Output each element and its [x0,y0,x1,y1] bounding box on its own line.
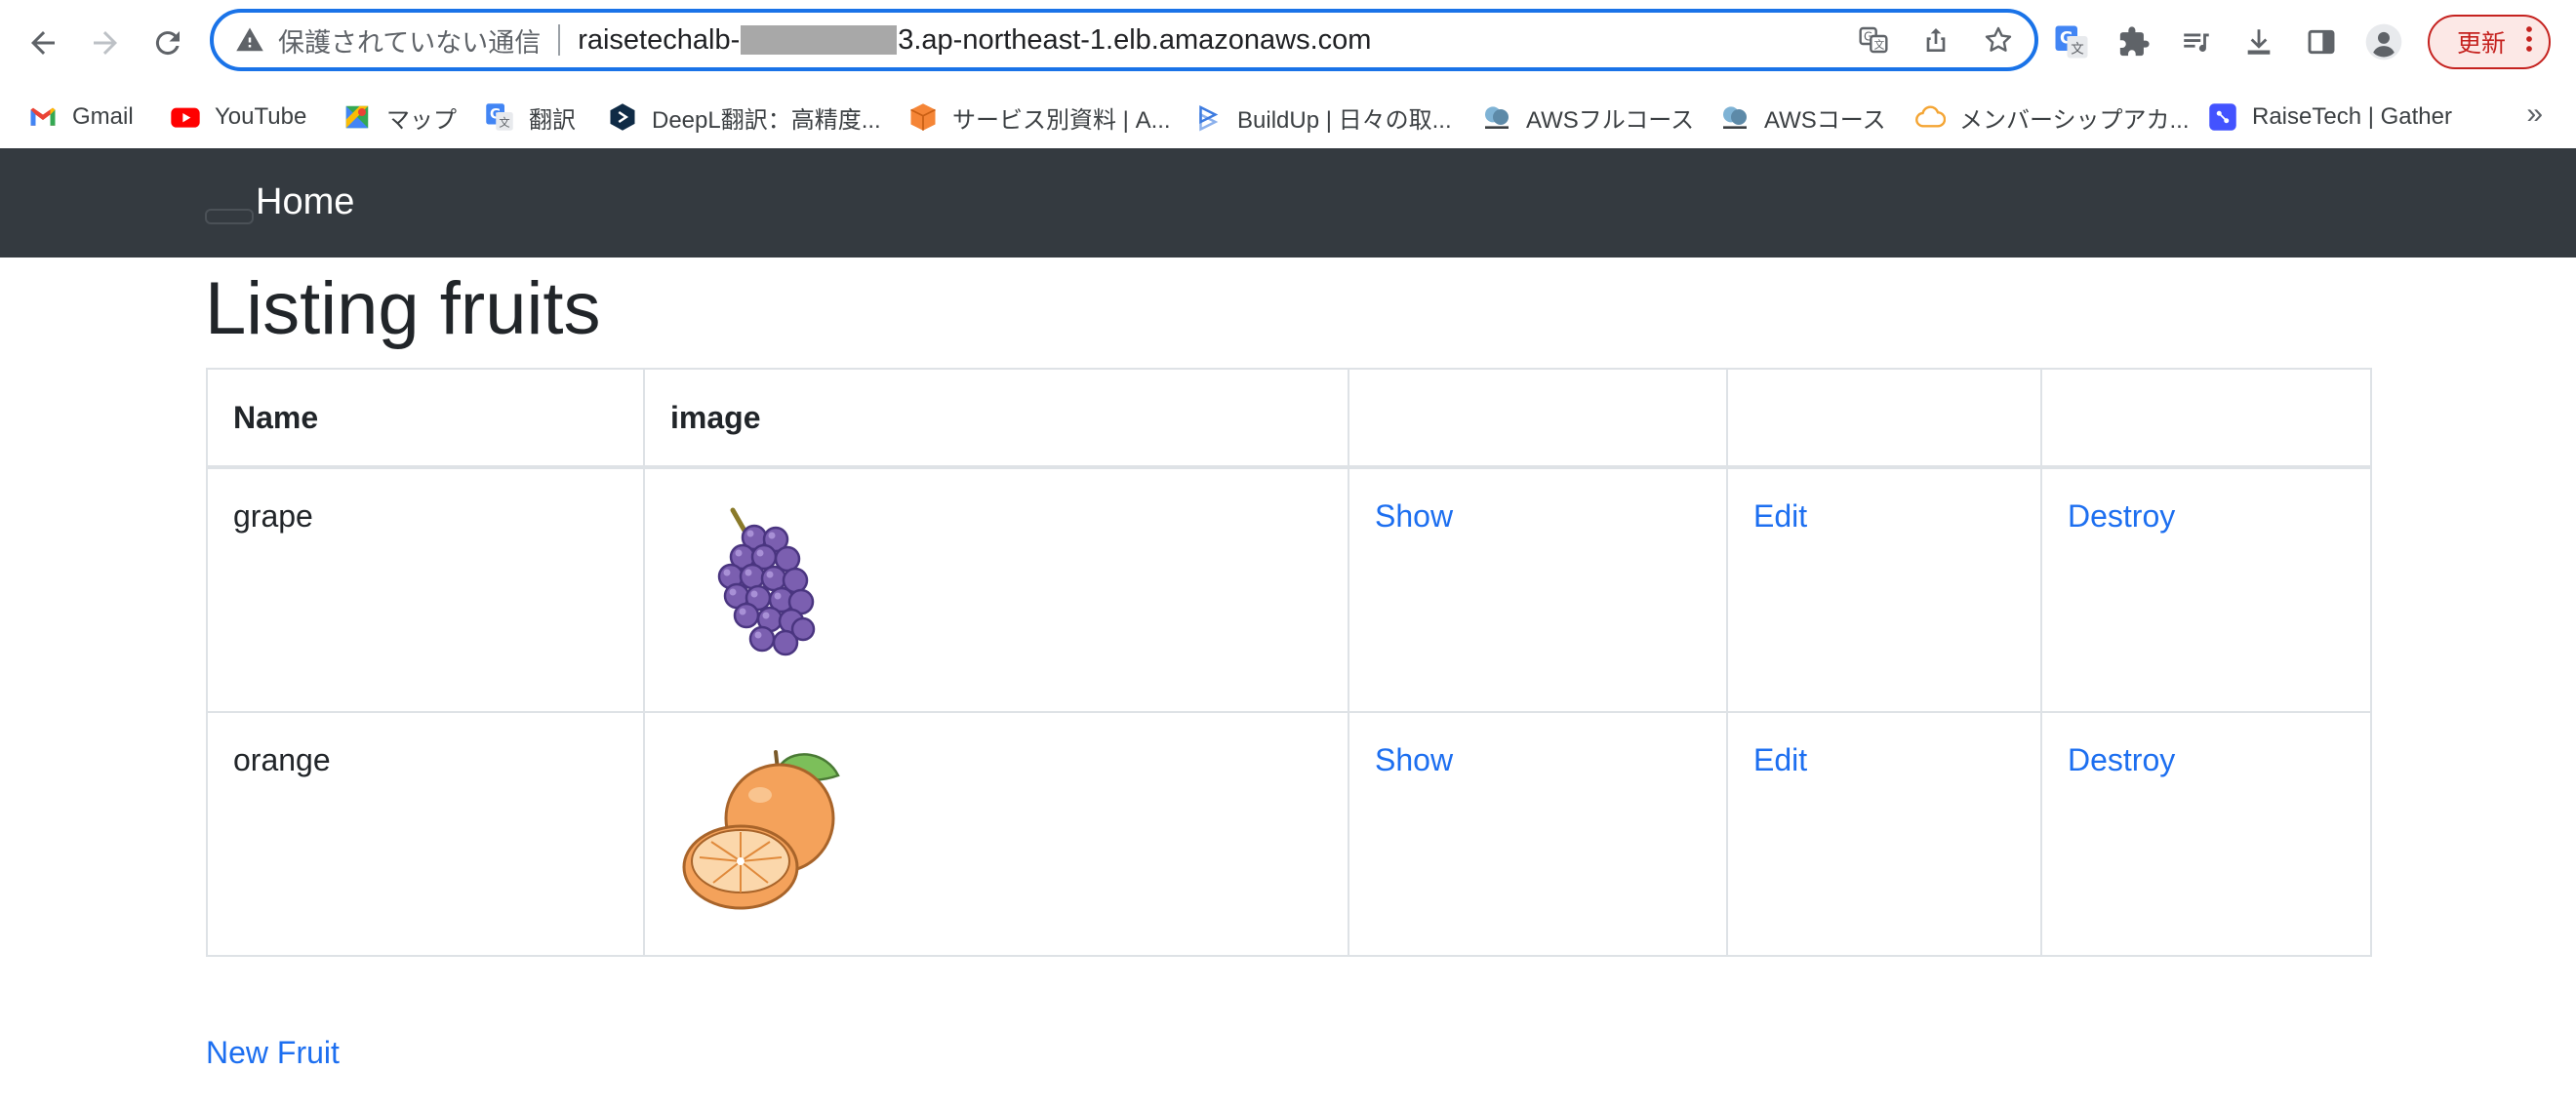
bookmark-gmail[interactable]: Gmail [27,86,134,148]
image-cell [643,711,1349,957]
destroy-cell: Destroy [2040,466,2372,713]
bookmark-label: BuildUp | 日々の取... [1237,106,1452,134]
bookmark-label: DeepL翻訳：高精度... [652,106,881,134]
bookmark-youtube[interactable]: YouTube [170,86,306,148]
arrow-right-icon [94,31,117,55]
svg-text:文: 文 [2071,41,2084,57]
name-cell: grape [206,466,645,713]
svg-text:文: 文 [1874,39,1885,52]
bookmark-label: サービス別資料 | A... [952,106,1171,134]
update-button[interactable]: 更新 [2428,15,2552,69]
show-link[interactable]: Show [1349,469,1726,535]
profile-avatar-icon[interactable] [2361,20,2406,64]
url-text[interactable]: raisetechalb- 3.ap-northeast-1.elb.amazon… [578,24,1371,57]
bookmark-gather[interactable]: RaiseTech | Gather [2207,86,2452,148]
bookmark-translate[interactable]: G文 翻訳 [484,86,576,148]
bookmark-label: RaiseTech | Gather [2252,103,2452,130]
translate-page-icon[interactable]: G文 [1851,18,1896,62]
translate-icon: G文 [484,101,515,133]
edit-link[interactable]: Edit [1728,469,2040,535]
aws-course-icon [1481,101,1512,133]
page-title: Listing fruits [205,267,601,350]
url-prefix: raisetechalb- [578,23,741,56]
buildup-icon [1192,101,1224,133]
orange-illustration [682,750,840,910]
bookmark-label: メンバーシップアカ... [1959,106,2190,134]
url-suffix: 3.ap-northeast-1.elb.amazonaws.com [898,23,1372,56]
reload-button[interactable] [142,18,193,68]
edit-cell: Edit [1726,711,2042,957]
bookmark-aws-full-course[interactable]: AWSフルコース [1481,86,1694,148]
bookmark-buildup[interactable]: BuildUp | 日々の取... [1192,86,1452,148]
update-label: 更新 [2457,30,2507,58]
aws-course-icon [1719,101,1751,133]
fruit-name: grape [233,498,313,534]
kebab-menu-icon [2525,24,2533,60]
bookmark-maps[interactable]: マップ [342,86,457,148]
bookmark-membership[interactable]: メンバーシップアカ... [1914,86,2190,148]
fruits-table: Name image grape Show Edit Destroy orang… [206,368,2372,957]
new-fruit-link[interactable]: New Fruit [206,1035,340,1071]
bookmark-aws-course[interactable]: AWSコース [1719,86,1886,148]
edit-link[interactable]: Edit [1728,713,2040,778]
bookmark-label: AWSフルコース [1526,106,1695,134]
bookmark-label: マップ [386,106,457,134]
bookmark-aws-docs[interactable]: サービス別資料 | A... [907,86,1171,148]
extensions-puzzle-icon[interactable] [2112,20,2156,64]
image-cell [643,466,1349,713]
reading-list-icon[interactable] [2174,20,2219,64]
aws-box-icon [907,101,939,133]
bookmark-label: 翻訳 [529,106,576,134]
browser-toolbar: 保護されていない通信 raisetechalb- 3.ap-northeast-1… [0,0,2576,86]
show-cell: Show [1348,711,1728,957]
bookmark-deepl[interactable]: DeepL翻訳：高精度... [607,86,881,148]
back-button[interactable] [18,18,68,68]
column-header-name: Name [206,368,645,469]
name-cell: orange [206,711,645,957]
edit-cell: Edit [1726,466,2042,713]
navbar-toggler[interactable] [205,209,254,224]
side-panel-icon[interactable] [2299,20,2344,64]
arrow-left-icon [31,31,55,55]
destroy-cell: Destroy [2040,711,2372,957]
bookmark-star-icon[interactable] [1976,18,2021,62]
show-link[interactable]: Show [1349,713,1726,778]
redacted-segment [741,25,898,55]
youtube-icon [170,101,201,133]
google-translate-extension-icon[interactable]: G文 [2049,20,2094,64]
table-row: grape Show Edit Destroy [206,466,2372,713]
destroy-link[interactable]: Destroy [2042,713,2370,778]
share-icon[interactable] [1913,18,1958,62]
column-header-image: image [643,368,1349,469]
column-header-edit [1726,368,2042,469]
bookmark-label: YouTube [215,103,307,130]
table-header-row: Name image [206,368,2372,469]
warning-icon [235,25,264,55]
bookmark-label: AWSコース [1764,106,1886,134]
deepl-icon [607,101,638,133]
maps-icon [342,101,373,133]
fruit-name: orange [233,742,331,777]
gmail-icon [27,101,59,133]
column-header-destroy [2040,368,2372,469]
download-icon[interactable] [2236,20,2281,64]
cloud-icon [1914,101,1946,133]
insecure-label[interactable]: 保護されていない通信 [278,21,541,59]
bookmark-label: Gmail [72,103,134,130]
destroy-link[interactable]: Destroy [2042,469,2370,535]
show-cell: Show [1348,466,1728,713]
reload-icon [155,31,180,56]
table-row: orange Show Edit Destroy [206,711,2372,957]
nav-home-link[interactable]: Home [256,181,354,223]
column-header-show [1348,368,1728,469]
site-navbar: Home [0,148,2576,258]
gather-icon [2207,101,2238,133]
grape-illustration [717,507,816,656]
bookmarks-more-button[interactable]: » [2526,98,2543,131]
address-separator [558,24,561,56]
svg-text:文: 文 [499,115,509,129]
forward-button[interactable] [80,18,131,68]
address-bar[interactable]: 保護されていない通信 raisetechalb- 3.ap-northeast-1… [210,9,2038,71]
bookmarks-bar: Gmail YouTube マップ G文 翻訳 DeepL翻訳：高精度... サ… [0,86,2576,148]
